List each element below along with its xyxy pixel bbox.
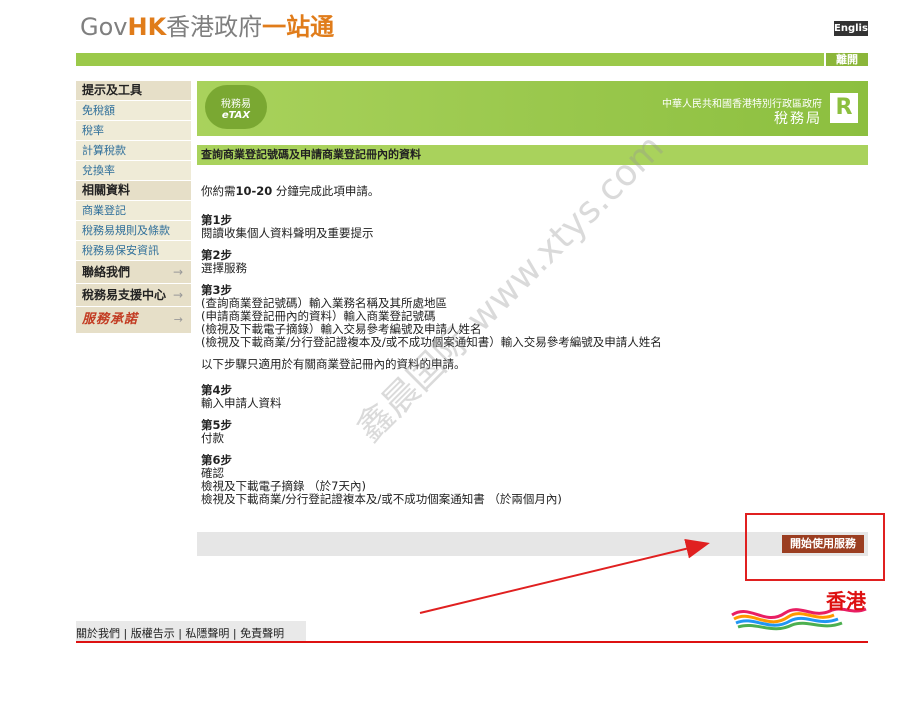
brand-hk-logo: 香港 [730, 585, 868, 635]
footer-link-copyright[interactable]: 版權告示 [131, 627, 175, 640]
brand-hk-text: 香港 [826, 589, 866, 613]
sidebar-item-etax-rules[interactable]: 稅務易規則及條款 [76, 221, 191, 241]
leave-button[interactable]: 離開 [824, 53, 868, 66]
arrow-right-icon: → [172, 288, 183, 302]
dept-name: 稅務局 [774, 111, 822, 127]
footer-links: 關於我們 | 版權告示 | 私隱聲明 | 免責聲明 [76, 625, 284, 641]
footer-red-line [76, 641, 868, 643]
govhk-logo[interactable]: GovHK香港政府一站通 [80, 12, 334, 42]
sidebar-heading-tools: 提示及工具 [76, 81, 191, 101]
arrow-right-icon: → [173, 313, 183, 326]
sidebar-item-contact[interactable]: 聯絡我們 → [76, 261, 191, 284]
sidebar-item-pledge[interactable]: 服務承諾 → [76, 307, 191, 334]
sidebar-item-etax-security[interactable]: 稅務易保安資訊 [76, 241, 191, 261]
step-3: 第3步 (查詢商業登記號碼）輸入業務名稱及其所處地區 (申請商業登記冊內的資料）… [201, 284, 861, 349]
intro-time: 10-20 [235, 184, 273, 198]
support-label: 稅務易支援中心 [82, 288, 167, 302]
step-label: 第4步 [201, 383, 233, 397]
arrow-right-icon: → [172, 265, 183, 279]
step-1: 第1步 閱讀收集個人資料聲明及重要提示 [201, 214, 861, 240]
sidebar-item-business-registration[interactable]: 商業登記 [76, 201, 191, 221]
step-4: 第4步 輸入申請人資料 [201, 384, 861, 410]
step-label: 第2步 [201, 248, 233, 262]
top-green-bar [76, 53, 868, 66]
footer-separator: | [229, 627, 241, 640]
step-label: 第6步 [201, 453, 233, 467]
sidebar-heading-related: 相關資料 [76, 181, 191, 201]
page-title: 查詢商業登記號碼及申請商業登記冊內的資料 [197, 145, 868, 165]
logo-stop-text: 一站通 [262, 13, 335, 41]
intro-suffix: 分鐘完成此項申請。 [272, 184, 380, 198]
annotation-highlight-box [745, 513, 885, 581]
step-line: 選擇服務 [201, 261, 247, 275]
etax-logo-cn: 稅務易 [221, 99, 251, 110]
etax-logo: 稅務易 eTAX [205, 85, 267, 129]
applicability-note: 以下步驟只適用於有關商業登記冊內的資料的申請。 [201, 357, 466, 371]
intro-prefix: 你約需 [201, 184, 236, 198]
sidebar: 提示及工具 免稅額 稅率 計算稅款 兌換率 相關資料 商業登記 稅務易規則及條款… [76, 81, 191, 334]
etax-logo-en: eTAX [221, 110, 251, 121]
intro-text: 你約需10-20 分鐘完成此項申請。 [201, 185, 861, 198]
ird-logo-icon: R [830, 93, 858, 123]
footer-separator: | [174, 627, 186, 640]
footer-link-disclaimer[interactable]: 免責聲明 [240, 627, 284, 640]
english-button[interactable]: English [834, 21, 875, 36]
step-line: 閱讀收集個人資料聲明及重要提示 [201, 226, 374, 240]
logo-gov-text: Gov [80, 13, 128, 41]
step-line: (檢視及下載商業/分行登記證複本及/或不成功個案通知書）輸入交易參考編號及申請人… [201, 335, 662, 349]
sidebar-item-tax-allowance[interactable]: 免稅額 [76, 101, 191, 121]
sidebar-item-exchange-rate[interactable]: 兌換率 [76, 161, 191, 181]
pledge-logo: 服務承諾 [82, 312, 139, 327]
step-line: 輸入申請人資料 [201, 396, 282, 410]
footer-link-about[interactable]: 關於我們 [76, 627, 120, 640]
step-5: 第5步 付款 [201, 419, 861, 445]
etax-banner: 稅務易 eTAX 中華人民共和國香港特別行政區政府 稅務局 R [197, 81, 868, 136]
contact-label: 聯絡我們 [82, 265, 131, 279]
sidebar-item-tax-rate[interactable]: 稅率 [76, 121, 191, 141]
main-content: 你約需10-20 分鐘完成此項申請。 第1步 閱讀收集個人資料聲明及重要提示 第… [201, 185, 861, 515]
footer-link-privacy[interactable]: 私隱聲明 [185, 627, 229, 640]
sidebar-item-tax-calc[interactable]: 計算稅款 [76, 141, 191, 161]
logo-hk-text: HK [127, 13, 167, 41]
logo-cn-text: 香港政府 [166, 13, 263, 41]
step-line: 檢視及下載商業/分行登記證複本及/或不成功個案通知書 （於兩個月內) [201, 492, 562, 506]
footer-separator: | [120, 627, 131, 640]
step-6: 第6步 確認 檢視及下載電子摘錄 （於7天內) 檢視及下載商業/分行登記證複本及… [201, 454, 861, 506]
step-2: 第2步 選擇服務 [201, 249, 861, 275]
step-line: 付款 [201, 431, 224, 445]
sidebar-item-support[interactable]: 稅務易支援中心 → [76, 284, 191, 307]
step-label: 第5步 [201, 418, 233, 432]
